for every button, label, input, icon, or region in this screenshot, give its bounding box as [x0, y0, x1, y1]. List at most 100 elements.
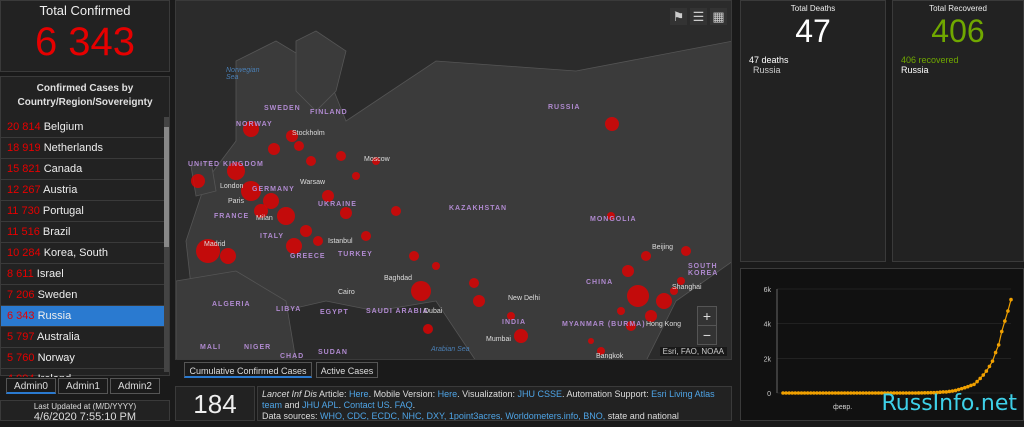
deaths-sub-count: 47 deaths [749, 55, 789, 65]
case-bubble[interactable] [641, 251, 651, 261]
total-recovered-label: Total Recovered [929, 4, 987, 13]
map-canvas[interactable] [176, 1, 732, 360]
recovered-sub-place: Russia [901, 65, 929, 75]
list-item[interactable]: 6 343 Russia [1, 306, 166, 327]
data-point [966, 384, 970, 389]
country-name: Norway [37, 352, 75, 364]
sources-links[interactable]: WHO, CDC, ECDC, NHC, DXY, 1point3acres, … [320, 411, 605, 420]
country-label: UKRAINE [318, 201, 357, 208]
case-bubble[interactable] [361, 231, 371, 241]
case-bubble[interactable] [352, 172, 360, 180]
case-count: 5 760 [7, 352, 35, 364]
list-item[interactable]: 11 516 Brazil [1, 222, 166, 243]
contact-link[interactable]: Contact US [344, 400, 390, 410]
country-name: Ireland [38, 373, 72, 377]
list-icon[interactable]: ☰ [690, 8, 707, 25]
tab-active-cases[interactable]: Active Cases [316, 362, 378, 378]
case-bubble[interactable] [191, 174, 205, 188]
data-point [836, 391, 841, 395]
map-attribution: Esri, FAO, NOAA [659, 347, 727, 356]
list-item[interactable]: 7 206 Sweden [1, 285, 166, 306]
case-bubble[interactable] [514, 329, 528, 343]
data-point [972, 382, 976, 387]
case-count: 4 994 [7, 373, 35, 377]
data-point [842, 391, 847, 395]
case-bubble[interactable] [286, 238, 302, 254]
case-bubble[interactable] [391, 206, 401, 216]
data-point [824, 391, 828, 395]
confirmed-list: 20 814 Belgium 18 919 Netherlands 15 821 C… [1, 117, 166, 377]
tab-admin1[interactable]: Admin1 [58, 378, 108, 394]
case-bubble[interactable] [681, 246, 691, 256]
list-scrollbar[interactable] [164, 117, 169, 372]
case-count: 12 267 [7, 184, 41, 196]
zoom-in-button[interactable]: + [697, 306, 717, 326]
city-label: Madrid [204, 241, 226, 248]
bookmark-icon[interactable]: ⚑ [670, 8, 687, 25]
country-label: FRANCE [214, 213, 250, 220]
case-bubble[interactable] [605, 117, 619, 131]
case-bubble[interactable] [432, 262, 440, 270]
faq-link[interactable]: FAQ [395, 400, 413, 410]
case-bubble[interactable] [277, 207, 295, 225]
list-item[interactable]: 15 821 Canada [1, 159, 166, 180]
list-scrollbar-thumb[interactable] [164, 127, 169, 247]
total-deaths-label: Total Deaths [790, 4, 836, 13]
list-item[interactable]: 5 760 Norway [1, 348, 166, 369]
zoom-out-button[interactable]: − [697, 325, 717, 345]
country-label: FINLAND [310, 109, 348, 116]
case-bubble[interactable] [656, 293, 672, 309]
country-label: EGYPT [320, 309, 349, 316]
country-label: UNITED KINGDOM [188, 161, 264, 168]
data-point [799, 391, 804, 395]
case-bubble[interactable] [622, 265, 634, 277]
case-bubble[interactable] [409, 251, 419, 261]
list-item[interactable]: 11 730 Portugal [1, 201, 166, 222]
case-bubble[interactable] [294, 141, 304, 151]
case-bubble[interactable] [617, 307, 625, 315]
case-bubble[interactable] [588, 338, 594, 344]
case-bubble[interactable] [220, 248, 236, 264]
list-item[interactable]: 12 267 Austria [1, 180, 166, 201]
case-count: 6 343 [7, 310, 35, 322]
list-item[interactable]: 20 814 Belgium [1, 117, 166, 138]
list-item[interactable]: 10 284 Korea, South [1, 243, 166, 264]
country-label: LIBYA [276, 306, 302, 313]
case-bubble[interactable] [340, 207, 352, 219]
mobile-link[interactable]: Here [438, 389, 458, 399]
case-bubble[interactable] [627, 285, 649, 307]
country-label: SWEDEN [264, 105, 301, 112]
case-bubble[interactable] [300, 225, 312, 237]
qr-icon[interactable]: ▦ [710, 8, 727, 25]
country-label: NIGER [244, 344, 272, 351]
tab-admin0[interactable]: Admin0 [6, 378, 56, 394]
case-bubble[interactable] [411, 281, 431, 301]
list-item[interactable]: 8 611 Israel [1, 264, 166, 285]
data-point [999, 329, 1004, 334]
case-bubble[interactable] [306, 156, 316, 166]
case-count: 15 821 [7, 163, 41, 175]
case-bubble[interactable] [336, 151, 346, 161]
list-item[interactable]: 4 994 Ireland [1, 369, 166, 377]
case-bubble[interactable] [313, 236, 323, 246]
list-item[interactable]: 5 797 Australia [1, 327, 166, 348]
country-name: Sweden [37, 289, 78, 301]
total-deaths-panel: Total Deaths 47 47 deaths Russia [740, 0, 886, 262]
case-bubble[interactable] [268, 143, 280, 155]
country-name: Austria [43, 184, 78, 196]
article-link[interactable]: Here [349, 389, 369, 399]
jhu-apl-link[interactable]: JHU APL [302, 400, 339, 410]
case-bubble[interactable] [423, 324, 433, 334]
list-item[interactable]: 18 919 Netherlands [1, 138, 166, 159]
case-bubble[interactable] [473, 295, 485, 307]
data-point [812, 391, 816, 395]
map-view[interactable]: SWEDEN FINLAND NORWAY RUSSIA UNITED KINGDOM G… [175, 0, 732, 360]
case-bubble[interactable] [469, 278, 479, 288]
country-label: ALGERIA [212, 301, 251, 308]
tab-cumulative-confirmed[interactable]: Cumulative Confirmed Cases [184, 362, 312, 378]
info-text: and [282, 400, 303, 410]
city-label: Bangkok [596, 353, 624, 360]
data-point [805, 391, 810, 395]
jhu-csse-link[interactable]: JHU CSSE [518, 389, 563, 399]
tab-admin2[interactable]: Admin2 [110, 378, 160, 394]
